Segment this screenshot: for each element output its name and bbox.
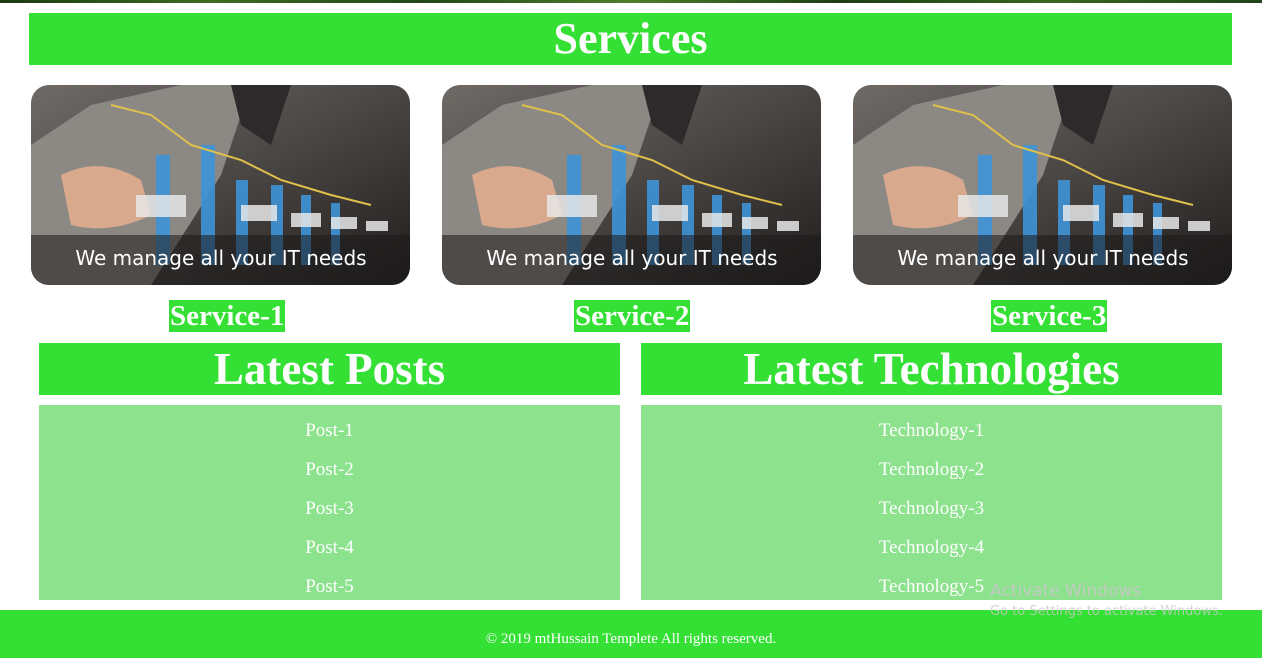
service-card-2-image: We manage all your IT needs bbox=[442, 85, 821, 285]
footer: © 2019 mtHussain Templete All rights res… bbox=[0, 610, 1262, 658]
service-card-1-caption: We manage all your IT needs bbox=[75, 246, 366, 270]
technology-item-5[interactable]: Technology-5 bbox=[641, 567, 1222, 606]
post-item-3[interactable]: Post-3 bbox=[39, 489, 620, 528]
latest-posts-heading: Latest Posts bbox=[39, 343, 620, 395]
header-image-strip bbox=[0, 0, 1262, 3]
service-card-3-caption: We manage all your IT needs bbox=[897, 246, 1188, 270]
services-heading: Services bbox=[29, 13, 1232, 65]
technology-item-1[interactable]: Technology-1 bbox=[641, 411, 1222, 450]
post-item-5[interactable]: Post-5 bbox=[39, 567, 620, 606]
post-item-4[interactable]: Post-4 bbox=[39, 528, 620, 567]
technology-item-3[interactable]: Technology-3 bbox=[641, 489, 1222, 528]
latest-posts-list: Post-1 Post-2 Post-3 Post-4 Post-5 bbox=[39, 405, 620, 600]
service-1-link[interactable]: Service-1 bbox=[169, 300, 286, 332]
technology-item-2[interactable]: Technology-2 bbox=[641, 450, 1222, 489]
service-card-3-image: We manage all your IT needs bbox=[853, 85, 1232, 285]
latest-technologies-list: Technology-1 Technology-2 Technology-3 T… bbox=[641, 405, 1222, 600]
latest-technologies-heading: Latest Technologies bbox=[641, 343, 1222, 395]
post-item-1[interactable]: Post-1 bbox=[39, 411, 620, 450]
service-3-link[interactable]: Service-3 bbox=[991, 300, 1108, 332]
post-item-2[interactable]: Post-2 bbox=[39, 450, 620, 489]
service-2-link[interactable]: Service-2 bbox=[574, 300, 691, 332]
technology-item-4[interactable]: Technology-4 bbox=[641, 528, 1222, 567]
service-card-1-image: We manage all your IT needs bbox=[31, 85, 410, 285]
footer-copyright: © 2019 mtHussain Templete All rights res… bbox=[485, 631, 777, 647]
service-card-2-caption: We manage all your IT needs bbox=[486, 246, 777, 270]
